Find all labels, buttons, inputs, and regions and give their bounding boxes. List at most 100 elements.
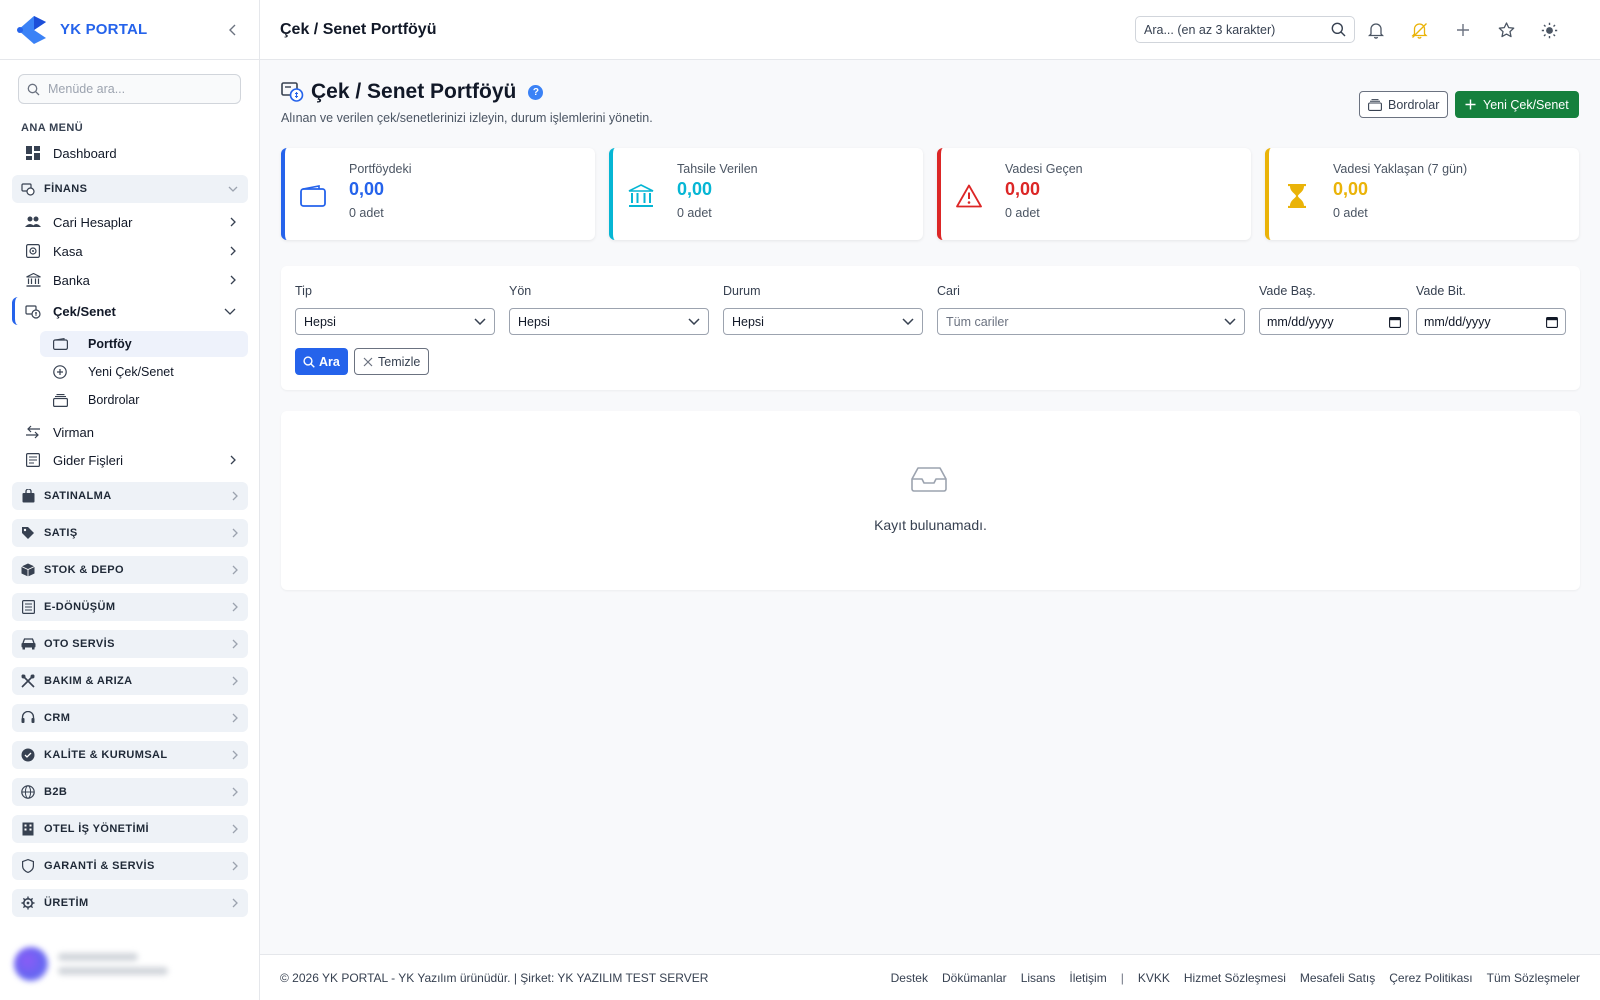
search-icon[interactable] — [1331, 22, 1346, 37]
user-profile[interactable] — [14, 942, 246, 986]
badge-check-icon — [20, 747, 36, 763]
global-search-input[interactable] — [1144, 22, 1324, 37]
sidebar-section-label: GARANTİ & SERVİS — [44, 860, 155, 872]
footer-link-destek[interactable]: Destek — [891, 971, 928, 985]
filter-label-tip: Tip — [295, 284, 312, 298]
sidebar-section-stok-depo[interactable]: STOK & DEPO — [12, 556, 248, 584]
sidebar-section-label: CRM — [44, 712, 71, 724]
sidebar-item-virman[interactable]: Virman — [12, 418, 248, 446]
footer-link-kvkk[interactable]: KVKK — [1138, 971, 1170, 985]
plus-icon[interactable] — [1452, 19, 1474, 41]
yon-select-value: Hepsi — [518, 314, 550, 329]
sidebar-subitem-bordrolar[interactable]: Bordrolar — [40, 387, 248, 413]
footer-link-dokumanlar[interactable]: Dökümanlar — [942, 971, 1007, 985]
sidebar-section-otel[interactable]: OTEL İŞ YÖNETİMİ — [12, 815, 248, 843]
sidebar-item-cek-senet[interactable]: Çek/Senet — [12, 297, 248, 325]
tip-select[interactable]: Hepsi — [295, 308, 495, 335]
sidebar-subitem-yeni-cek-senet[interactable]: Yeni Çek/Senet — [40, 359, 248, 385]
collapse-sidebar-button[interactable] — [223, 20, 243, 40]
sidebar-section-b2b[interactable]: B2B — [12, 778, 248, 806]
footer-link-mesafeli[interactable]: Mesafeli Satış — [1300, 971, 1375, 985]
shopping-bag-icon — [20, 488, 36, 504]
menu-search-input[interactable] — [48, 82, 228, 96]
topbar-title: Çek / Senet Portföyü — [280, 20, 437, 38]
vade-bas-value: mm/dd/yyyy — [1267, 314, 1334, 329]
footer-link-iletisim[interactable]: İletişim — [1069, 971, 1106, 985]
globe-icon — [20, 784, 36, 800]
safe-icon — [24, 242, 42, 260]
sidebar-section-finans[interactable]: FİNANS — [12, 175, 248, 203]
document-icon — [20, 599, 36, 615]
footer: © 2026 YK PORTAL - YK Yazılım ürünüdür. … — [260, 954, 1600, 1000]
global-search[interactable] — [1135, 16, 1355, 43]
sidebar-item-banka[interactable]: Banka — [12, 266, 248, 294]
footer-link-cerez[interactable]: Çerez Politikası — [1389, 971, 1472, 985]
search-button[interactable]: Ara — [295, 348, 348, 375]
stat-value: 0,00 — [1333, 179, 1369, 199]
sidebar-section-label: B2B — [44, 786, 68, 798]
chevron-down-icon — [688, 318, 700, 325]
sidebar-section-label: SATIŞ — [44, 527, 78, 539]
sidebar-item-dashboard[interactable]: Dashboard — [12, 139, 248, 167]
search-icon — [303, 355, 315, 368]
avatar — [14, 947, 48, 981]
sidebar-section-crm[interactable]: CRM — [12, 704, 248, 732]
warning-icon — [955, 182, 983, 210]
sidebar-section-satis[interactable]: SATIŞ — [12, 519, 248, 547]
clear-button-label: Temizle — [378, 354, 421, 369]
calendar-icon[interactable] — [1546, 316, 1558, 328]
sidebar-section-kalite-kurumsal[interactable]: KALİTE & KURUMSAL — [12, 741, 248, 769]
bell-off-icon[interactable] — [1408, 19, 1430, 41]
plus-circle-icon — [52, 364, 68, 380]
clear-button[interactable]: Temizle — [354, 348, 430, 375]
sidebar-subitem-portfoy[interactable]: Portföy — [40, 331, 248, 357]
results-panel: Kayıt bulunamadı. — [281, 411, 1580, 590]
cari-select[interactable]: Tüm cariler — [937, 308, 1245, 335]
box-icon — [20, 562, 36, 578]
sidebar-item-gider-fisleri[interactable]: Gider Fişleri — [12, 446, 248, 474]
menu-title: ANA MENÜ — [21, 122, 84, 134]
bank-icon — [24, 271, 42, 289]
sidebar-section-label: OTEL İŞ YÖNETİMİ — [44, 823, 150, 835]
sidebar-section-uretim[interactable]: ÜRETİM — [12, 889, 248, 917]
sidebar-section-oto-servis[interactable]: OTO SERVİS — [12, 630, 248, 658]
inbox-icon — [911, 466, 947, 492]
bordrolar-button[interactable]: Bordrolar — [1359, 91, 1449, 118]
footer-link-lisans[interactable]: Lisans — [1021, 971, 1056, 985]
footer-link-hizmet[interactable]: Hizmet Sözleşmesi — [1184, 971, 1286, 985]
sun-icon[interactable] — [1538, 19, 1560, 41]
chevron-right-icon — [232, 787, 238, 797]
sidebar-item-label: Dashboard — [53, 145, 117, 161]
help-icon[interactable]: ? — [528, 84, 544, 100]
sidebar-section-garanti-servis[interactable]: GARANTİ & SERVİS — [12, 852, 248, 880]
chevron-down-icon — [224, 308, 236, 315]
footer-link-tum-sozlesmeler[interactable]: Tüm Sözleşmeler — [1487, 971, 1580, 985]
calendar-icon[interactable] — [1389, 316, 1401, 328]
stat-count: 0 adet — [677, 206, 712, 220]
chevron-down-icon — [228, 186, 238, 192]
sidebar-section-bakim-ariza[interactable]: BAKIM & ARIZA — [12, 667, 248, 695]
stat-value: 0,00 — [677, 179, 713, 199]
sidebar-section-satinalma[interactable]: SATINALMA — [12, 482, 248, 510]
footer-links: Destek Dökümanlar Lisans İletişim | KVKK… — [891, 971, 1580, 985]
sidebar-item-kasa[interactable]: Kasa — [12, 237, 248, 265]
menu-search[interactable] — [18, 74, 241, 104]
stat-count: 0 adet — [1005, 206, 1040, 220]
sidebar-subitem-label: Yeni Çek/Senet — [88, 365, 174, 379]
tag-icon — [20, 525, 36, 541]
durum-select[interactable]: Hepsi — [723, 308, 923, 335]
sidebar-section-e-donusum[interactable]: E-DÖNÜŞÜM — [12, 593, 248, 621]
bank-icon — [627, 182, 655, 210]
sidebar: YK PORTAL ANA MENÜ Dashboard FİNANS Cari… — [0, 0, 260, 1000]
close-icon — [363, 357, 373, 367]
sidebar-subitem-label: Bordrolar — [88, 393, 140, 407]
bell-icon[interactable] — [1365, 19, 1387, 41]
yon-select[interactable]: Hepsi — [509, 308, 709, 335]
star-icon[interactable] — [1495, 19, 1517, 41]
vade-bit-date-input[interactable]: mm/dd/yyyy — [1416, 308, 1566, 335]
empty-state-text: Kayıt bulunamadı. — [874, 517, 987, 533]
vade-bas-date-input[interactable]: mm/dd/yyyy — [1259, 308, 1409, 335]
headset-icon — [20, 710, 36, 726]
sidebar-item-cari-hesaplar[interactable]: Cari Hesaplar — [12, 208, 248, 236]
new-cheque-button[interactable]: Yeni Çek/Senet — [1455, 91, 1579, 118]
